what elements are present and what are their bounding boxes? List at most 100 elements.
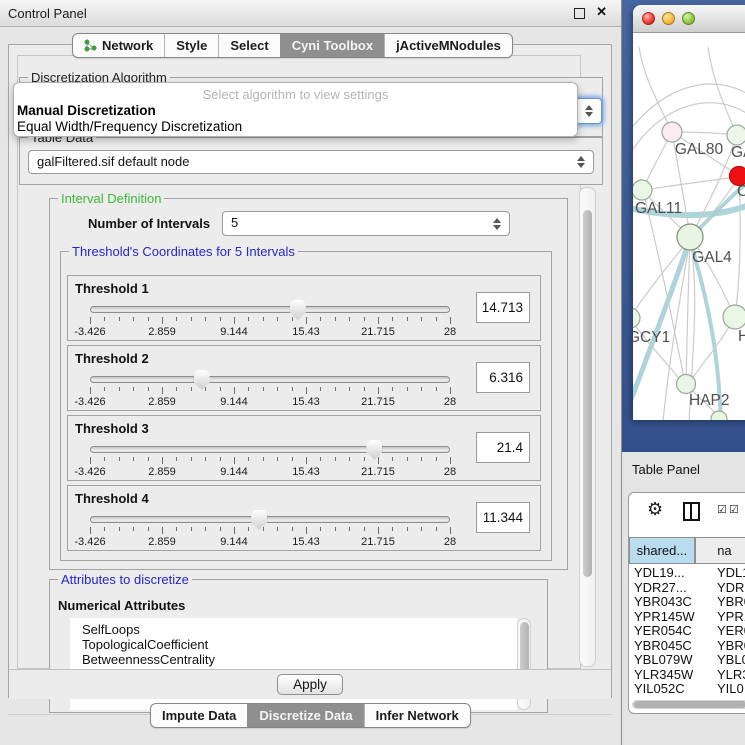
table-cell: YBR045C <box>631 639 709 654</box>
tick-mark <box>335 457 336 461</box>
table-row[interactable]: YLR345WYLR3 <box>631 668 745 683</box>
network-node-gal4[interactable] <box>677 224 703 250</box>
tick-mark <box>349 317 350 321</box>
tab-jactivemnodules[interactable]: jActiveMNodules <box>384 34 512 57</box>
slider-track[interactable] <box>90 306 450 313</box>
tick-mark <box>335 387 336 391</box>
table-row[interactable]: YER054CYER0 <box>631 624 745 639</box>
tick-mark <box>133 387 134 391</box>
tick-mark <box>450 387 451 394</box>
tab-cyni-toolbox[interactable]: Cyni Toolbox <box>280 34 384 57</box>
traffic-light-minimize-icon[interactable] <box>662 12 675 25</box>
tick-mark <box>364 527 365 531</box>
threshold-value-field[interactable]: 21.4 <box>476 432 530 463</box>
number-of-intervals-spinner[interactable]: 5 <box>222 211 510 236</box>
table-row[interactable]: YIL052CYIL0 <box>631 682 745 697</box>
tick-mark <box>119 317 120 321</box>
attribute-item-selfloops[interactable]: SelfLoops <box>70 622 517 637</box>
attribute-item-topologicalcoefficient[interactable]: TopologicalCoefficient <box>70 637 517 652</box>
tab-select[interactable]: Select <box>218 34 279 57</box>
slider-track[interactable] <box>90 446 450 453</box>
panel-scrollbar[interactable] <box>579 187 596 667</box>
tick-mark <box>104 387 105 391</box>
network-node-gal80[interactable] <box>662 122 682 142</box>
table-data-combo[interactable]: galFiltered.sif default node <box>28 150 594 174</box>
network-node-hap2[interactable] <box>677 375 696 394</box>
table-row[interactable]: YDL19...YDL1 <box>631 566 745 581</box>
tick-mark <box>364 457 365 461</box>
attributes-group-title: Attributes to discretize <box>58 572 192 587</box>
dropdown-hint: Select algorithm to view settings <box>14 87 577 102</box>
table-cell: YIL0 <box>709 682 745 697</box>
network-node-gal11[interactable] <box>633 180 652 200</box>
thresholds-group-title: Threshold's Coordinates for 5 Intervals <box>69 244 298 259</box>
table-hscrollbar-thumb[interactable] <box>634 701 745 708</box>
dropdown-option-equal-width[interactable]: Equal Width/Frequency Discretization <box>17 119 242 134</box>
threshold-value-field[interactable]: 6.316 <box>476 362 530 393</box>
traffic-light-zoom-icon[interactable] <box>682 12 695 25</box>
table-column-header[interactable]: na <box>695 537 745 564</box>
tick-mark <box>234 527 235 534</box>
tick-mark <box>277 317 278 321</box>
tick-mark <box>450 527 451 534</box>
table-row[interactable]: YBL079WYBL0 <box>631 653 745 668</box>
slider-track[interactable] <box>90 516 450 523</box>
split-pane-icon[interactable] <box>683 502 700 521</box>
tick-mark <box>450 457 451 464</box>
checkbox-icon[interactable]: ☑ <box>729 503 739 516</box>
table-row[interactable]: YPR145WYPR1 <box>631 610 745 625</box>
slider-ticks <box>90 527 450 536</box>
edge[interactable] <box>633 84 745 131</box>
tick-mark <box>407 317 408 321</box>
panel-scrollbar-thumb[interactable] <box>583 210 592 577</box>
network-node-gcy1[interactable] <box>633 308 640 328</box>
slider-track[interactable] <box>90 376 450 383</box>
tick-mark <box>90 317 91 324</box>
tab-label: Select <box>230 34 268 57</box>
checkbox-icon[interactable]: ☑ <box>717 503 727 516</box>
tick-mark <box>320 457 321 461</box>
edge[interactable] <box>633 239 690 317</box>
table-cell: YLR345W <box>631 668 709 683</box>
tab-discretize-data[interactable]: Discretize Data <box>247 704 363 727</box>
network-canvas[interactable]: GAL80GACGAL11GAL4GCY1HHAP2 <box>633 33 745 420</box>
tick-mark <box>277 387 278 391</box>
combo-arrows-icon <box>585 105 594 117</box>
tick-mark <box>148 457 149 461</box>
threshold-value-field[interactable]: 11.344 <box>476 502 530 533</box>
table-horizontal-scrollbar[interactable] <box>632 700 745 709</box>
table-cell: YDL19... <box>631 566 709 581</box>
network-node-h[interactable] <box>723 305 745 329</box>
network-node-ga[interactable] <box>727 125 745 145</box>
control-panel-titlebar: Control Panel ✕ <box>0 0 621 27</box>
float-window-icon[interactable] <box>574 8 585 19</box>
tick-mark <box>320 387 321 391</box>
tab-style[interactable]: Style <box>164 34 218 57</box>
edge[interactable] <box>639 47 672 132</box>
dropdown-option-manual-discretization[interactable]: Manual Discretization <box>17 103 156 118</box>
close-icon[interactable]: ✕ <box>596 4 607 20</box>
apply-button[interactable]: Apply <box>277 674 343 695</box>
gear-icon[interactable]: ⚙ <box>647 500 663 518</box>
edge[interactable] <box>708 47 737 135</box>
tick-mark <box>349 457 350 461</box>
tick-mark <box>119 527 120 531</box>
tab-network[interactable]: Network <box>73 34 164 57</box>
tick-mark <box>162 527 163 534</box>
attribute-item-betweennesscentrality[interactable]: BetweennessCentrality <box>70 652 517 667</box>
tick-label: 21.715 <box>361 536 395 548</box>
table-row[interactable]: YBR045CYBR0 <box>631 639 745 654</box>
traffic-light-close-icon[interactable] <box>642 12 655 25</box>
table-data-group: Table Data galFiltered.sif default node <box>19 137 603 185</box>
tick-mark <box>133 457 134 461</box>
threshold-value-field[interactable]: 14.713 <box>476 292 530 323</box>
tab-impute-data[interactable]: Impute Data <box>151 704 247 727</box>
network-node[interactable] <box>711 411 727 420</box>
tick-mark <box>220 387 221 391</box>
table-column-header[interactable]: shared... <box>629 537 695 564</box>
table-row[interactable]: YDR27...YDR2 <box>631 581 745 596</box>
tab-infer-network[interactable]: Infer Network <box>364 704 470 727</box>
tick-mark <box>263 457 264 461</box>
table-row[interactable]: YBR043CYBR0 <box>631 595 745 610</box>
edge[interactable] <box>643 177 738 190</box>
